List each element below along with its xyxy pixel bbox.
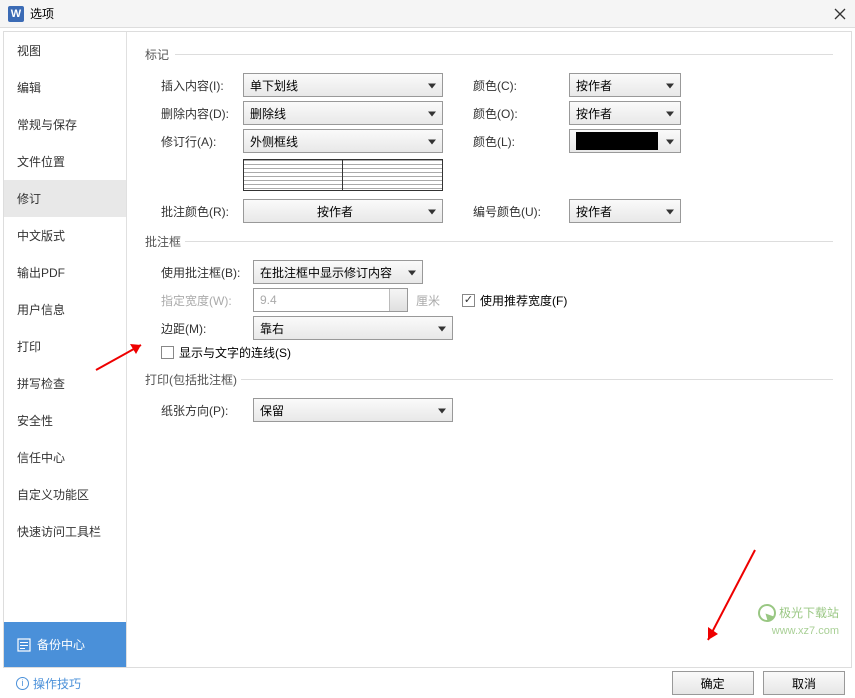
checkbox-icon (462, 294, 475, 307)
cancel-button[interactable]: 取消 (763, 671, 845, 695)
app-icon: W (8, 6, 24, 22)
comment-color-label: 批注颜色(R): (161, 203, 237, 220)
use-comment-combo[interactable]: 在批注框中显示修订内容 (253, 260, 423, 284)
number-color-label: 编号颜色(U): (473, 203, 563, 220)
sidebar-item-customize-ribbon[interactable]: 自定义功能区 (4, 476, 126, 513)
sidebar-item-chinese-layout[interactable]: 中文版式 (4, 217, 126, 254)
paper-orientation-combo[interactable]: 保留 (253, 398, 453, 422)
comment-color-combo[interactable]: 按作者 (243, 199, 443, 223)
margin-label: 边距(M): (161, 320, 247, 337)
dialog-title: 选项 (30, 5, 54, 22)
backup-icon (17, 638, 31, 652)
sidebar-item-edit[interactable]: 编辑 (4, 69, 126, 106)
revise-label: 修订行(A): (161, 133, 237, 150)
annotation-arrow-1 (86, 320, 156, 380)
recommend-width-label: 使用推荐宽度(F) (480, 292, 567, 309)
color-o-label: 颜色(O): (473, 105, 563, 122)
color-l-combo[interactable] (569, 129, 681, 153)
insert-content-combo[interactable]: 单下划线 (243, 73, 443, 97)
close-icon (834, 8, 846, 20)
backup-center-button[interactable]: 备份中心 (4, 622, 126, 667)
sidebar-item-revision[interactable]: 修订 (4, 180, 126, 217)
color-l-label: 颜色(L): (473, 133, 563, 150)
show-line-checkbox[interactable]: 显示与文字的连线(S) (161, 344, 291, 361)
legend-print: 打印(包括批注框) (145, 373, 241, 387)
fieldset-print: 打印(包括批注框) 纸张方向(P): 保留 (145, 369, 833, 422)
show-line-label: 显示与文字的连线(S) (179, 344, 291, 361)
color-swatch-black (576, 132, 658, 150)
tips-link[interactable]: i 操作技巧 (16, 675, 81, 692)
checkbox-icon (161, 346, 174, 359)
fieldset-mark: 标记 插入内容(I): 单下划线 颜色(C): 按作者 删除内容(D): 删除线… (145, 44, 833, 223)
sidebar-item-trust-center[interactable]: 信任中心 (4, 439, 126, 476)
color-o-combo[interactable]: 按作者 (569, 101, 681, 125)
revise-combo[interactable]: 外侧框线 (243, 129, 443, 153)
recommend-width-checkbox[interactable]: 使用推荐宽度(F) (462, 292, 567, 309)
footer: i 操作技巧 确定 取消 (0, 668, 855, 698)
width-label: 指定宽度(W): (161, 292, 247, 309)
sidebar-item-security[interactable]: 安全性 (4, 402, 126, 439)
sidebar-item-quick-toolbar[interactable]: 快速访问工具栏 (4, 513, 126, 550)
sidebar-item-file-location[interactable]: 文件位置 (4, 143, 126, 180)
width-unit: 厘米 (416, 292, 440, 309)
number-color-combo[interactable]: 按作者 (569, 199, 681, 223)
width-spinner: 9.4 (253, 288, 408, 312)
tips-label: 操作技巧 (33, 675, 81, 692)
ok-button[interactable]: 确定 (672, 671, 754, 695)
tips-icon: i (16, 677, 29, 690)
sidebar-item-output-pdf[interactable]: 输出PDF (4, 254, 126, 291)
fieldset-comment-box: 批注框 使用批注框(B): 在批注框中显示修订内容 指定宽度(W): 9.4 厘… (145, 231, 833, 361)
legend-mark: 标记 (145, 48, 173, 62)
delete-content-combo[interactable]: 删除线 (243, 101, 443, 125)
sidebar-item-general[interactable]: 常规与保存 (4, 106, 126, 143)
titlebar: W 选项 (0, 0, 855, 28)
color-c-combo[interactable]: 按作者 (569, 73, 681, 97)
insert-label: 插入内容(I): (161, 77, 237, 94)
annotation-arrow-2 (680, 540, 770, 660)
revision-border-preview (243, 159, 833, 191)
backup-center-label: 备份中心 (37, 636, 85, 653)
color-c-label: 颜色(C): (473, 77, 563, 94)
use-comment-label: 使用批注框(B): (161, 264, 247, 281)
sidebar-item-view[interactable]: 视图 (4, 32, 126, 69)
legend-comment-box: 批注框 (145, 235, 185, 249)
delete-label: 删除内容(D): (161, 105, 237, 122)
paper-label: 纸张方向(P): (161, 402, 247, 419)
margin-combo[interactable]: 靠右 (253, 316, 453, 340)
watermark-url: www.xz7.com (772, 625, 839, 637)
close-button[interactable] (833, 7, 847, 21)
watermark: 极光下载站 (758, 604, 839, 622)
